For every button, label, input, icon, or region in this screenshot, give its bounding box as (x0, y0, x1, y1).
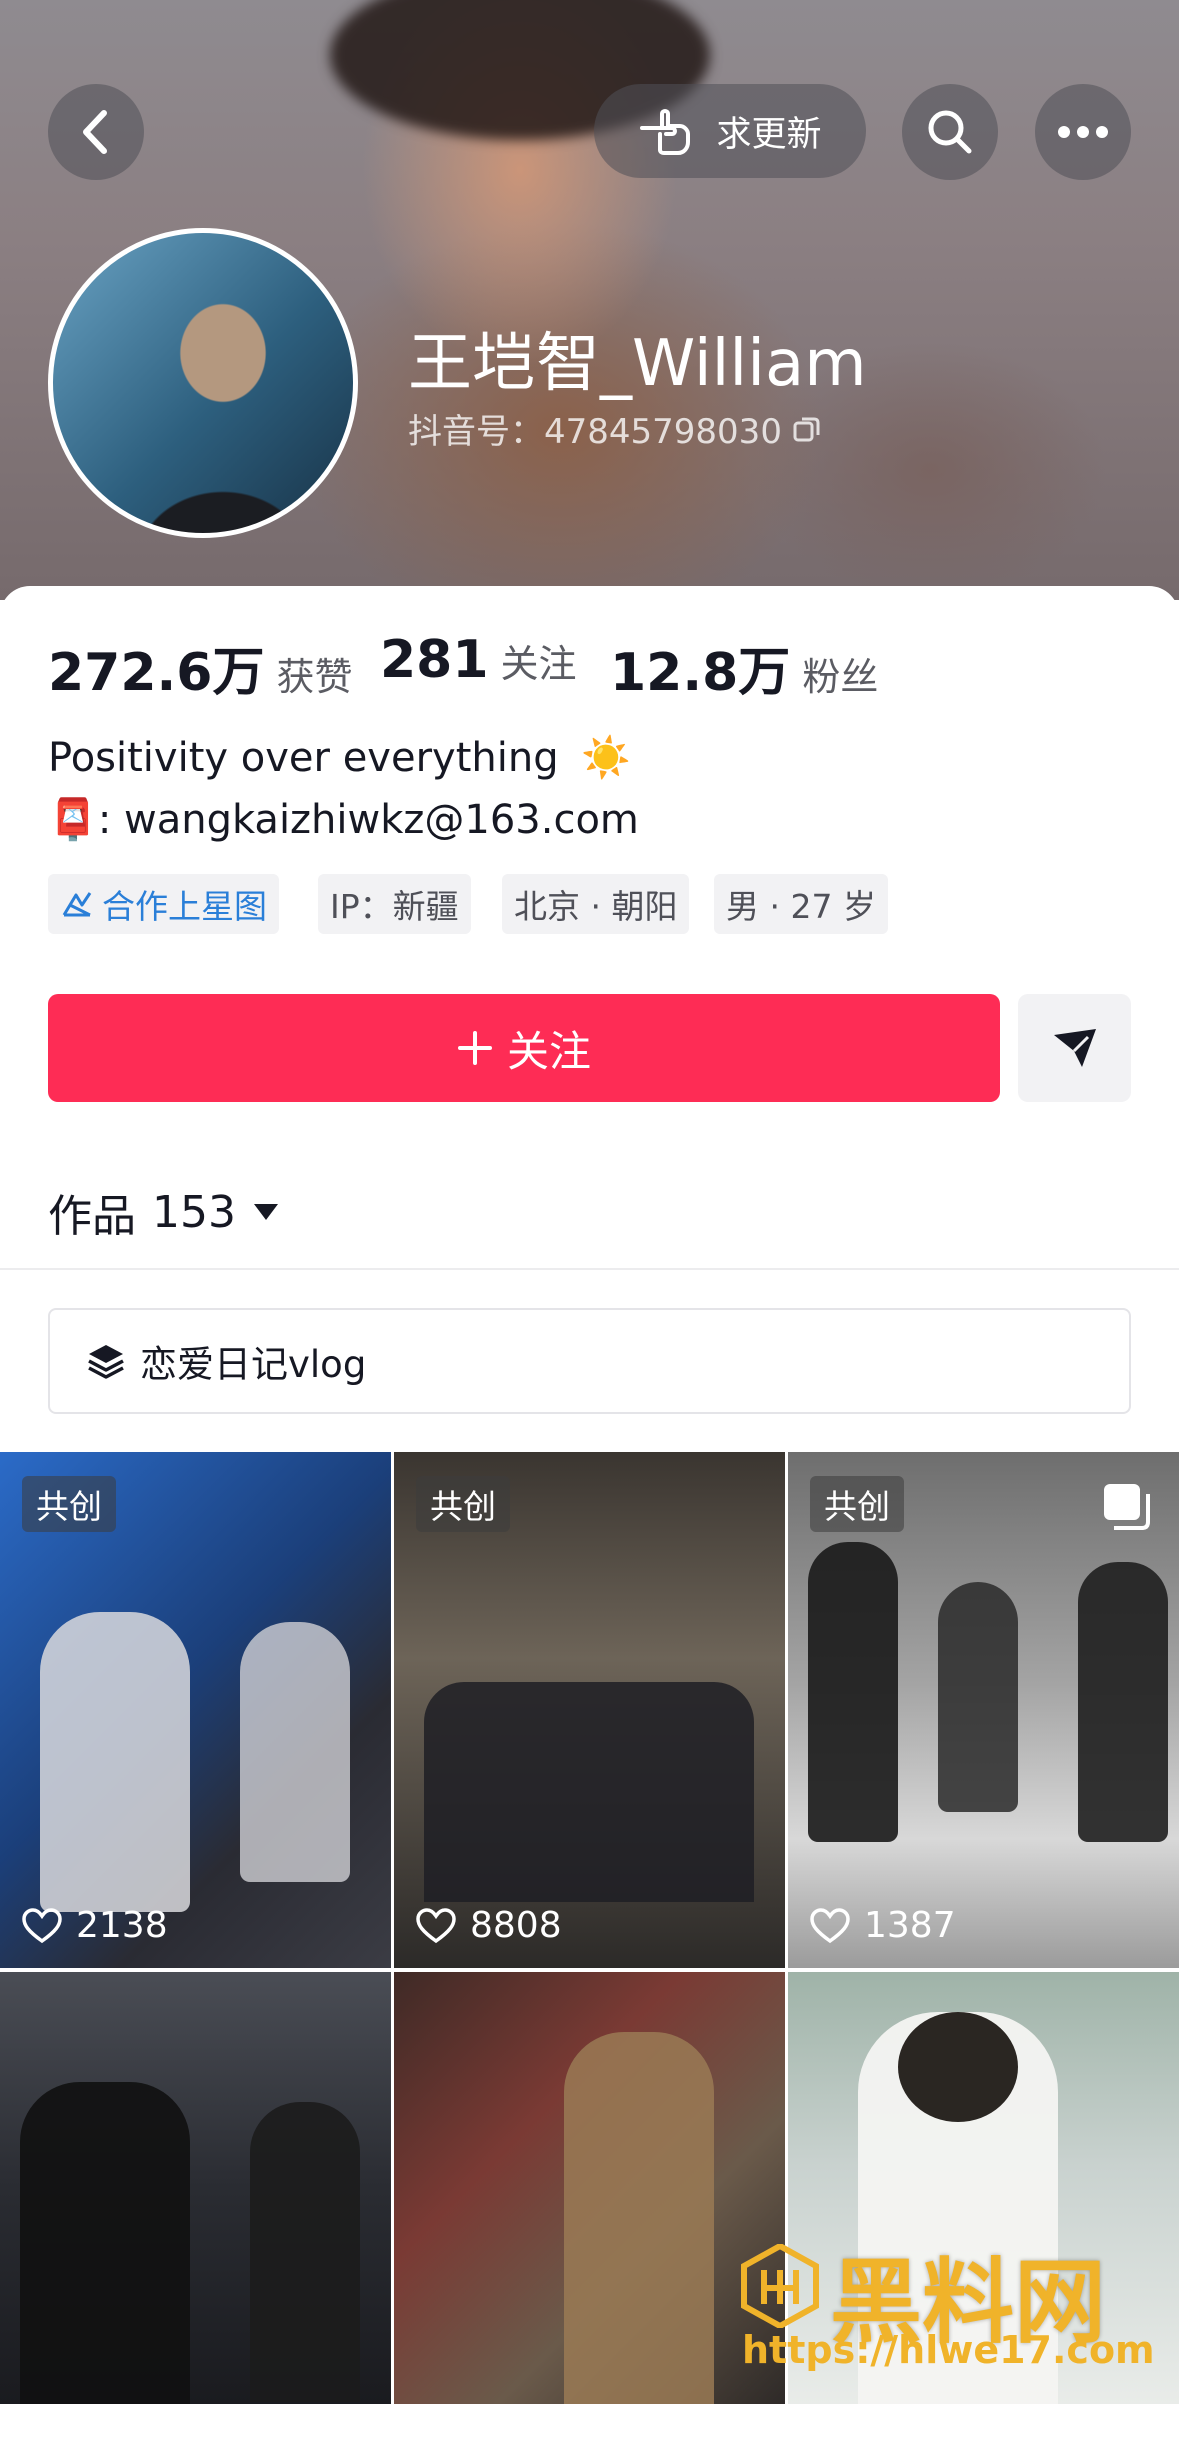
video-thumbnail[interactable] (394, 1972, 785, 2404)
followers-stat[interactable]: 12.8万 粉丝 (610, 630, 878, 705)
collection-playlist-button[interactable]: 恋爱日记vlog (48, 1308, 1131, 1414)
layers-icon (88, 1345, 124, 1379)
video-thumbnail[interactable] (0, 1972, 391, 2404)
avatar[interactable] (48, 228, 358, 538)
co-creation-badge: 共创 (416, 1476, 510, 1532)
thumbnail-figure (938, 1582, 1018, 1812)
star-map-icon (62, 892, 92, 917)
caret-down-icon (253, 1204, 278, 1220)
followers-count: 12.8万 (610, 643, 791, 703)
video-thumbnail[interactable]: 共创 8808 (394, 1452, 785, 1968)
thumbnail-figure (898, 2012, 1018, 2122)
gender-age-tag-label: 男 · 27 岁 (726, 887, 876, 926)
video-likes: 8808 (416, 1905, 562, 1946)
send-icon (1053, 1029, 1096, 1067)
video-thumbnail[interactable]: 共创 1387 (788, 1452, 1179, 1968)
douyin-id-text: 抖音号：47845798030 (408, 412, 782, 452)
request-update-button[interactable]: 求更新 (594, 84, 866, 178)
video-likes: 2138 (22, 1905, 168, 1946)
video-likes-count: 8808 (470, 1905, 562, 1946)
thumbnail-figure (20, 2082, 190, 2404)
likes-label: 获赞 (276, 655, 353, 699)
section-divider (0, 1268, 1179, 1270)
back-button[interactable] (48, 84, 144, 180)
thumbnail-figure (240, 1622, 350, 1882)
request-update-label: 求更新 (716, 114, 822, 155)
sun-emoji: ☀️ (581, 735, 632, 781)
location-tag: 北京 · 朝阳 (502, 874, 690, 934)
video-thumbnail[interactable]: 共创 2138 (0, 1452, 391, 1968)
likes-stat[interactable]: 272.6万 获赞 (48, 630, 353, 705)
copy-icon[interactable] (792, 414, 822, 444)
thumbnail-figure (564, 2032, 714, 2404)
watermark-logo-icon (741, 2244, 819, 2328)
co-creation-badge: 共创 (810, 1476, 904, 1532)
following-label: 关注 (500, 642, 577, 686)
works-label: 作品 (48, 1191, 136, 1242)
search-button[interactable] (902, 84, 998, 180)
likes-count: 272.6万 (48, 643, 265, 703)
thumbnail-figure (250, 2102, 360, 2402)
follow-label: 关注 (506, 1026, 591, 1076)
heart-icon (22, 1907, 62, 1943)
works-tab[interactable]: 作品 153 (48, 1180, 280, 1244)
video-likes-count: 1387 (864, 1905, 956, 1946)
video-likes-count: 2138 (76, 1905, 168, 1946)
thumbnail-figure (1078, 1562, 1168, 1842)
search-icon (928, 110, 972, 154)
bio-text-1: Positivity over everything (48, 735, 559, 781)
pointing-hand-icon (640, 109, 691, 155)
star-map-tag-label: 合作上星图 (102, 887, 267, 926)
follow-button[interactable]: 关注 (48, 994, 1000, 1102)
plus-icon (457, 1031, 492, 1065)
douyin-id: 抖音号：47845798030 (408, 404, 822, 453)
username: 王垲智_William (408, 327, 867, 401)
bio-line-1: Positivity over everything ☀️ (48, 734, 631, 781)
works-count: 153 (152, 1186, 236, 1238)
more-dots-icon (1058, 126, 1108, 138)
ip-tag-label: IP：新疆 (330, 887, 459, 926)
thumbnail-group (424, 1682, 754, 1902)
thumbnail-figure (808, 1542, 898, 1842)
bio-line-2: 📮: wangkaizhiwkz@163.com (48, 796, 639, 843)
chevron-left-icon (83, 110, 107, 154)
thumbnail-figure (40, 1612, 190, 1912)
watermark-url: https://hlwe17.com (742, 2328, 1155, 2372)
bio-email: : wangkaizhiwkz@163.com (97, 797, 639, 843)
location-tag-label: 北京 · 朝阳 (514, 887, 678, 926)
following-stat[interactable]: 281 关注 (380, 630, 577, 690)
star-map-tag[interactable]: 合作上星图 (48, 874, 279, 934)
collection-label: 恋爱日记vlog (140, 1343, 367, 1386)
following-count: 281 (380, 630, 489, 690)
share-button[interactable] (1018, 994, 1131, 1102)
more-options-button[interactable] (1035, 84, 1131, 180)
multi-image-icon (1104, 1484, 1150, 1530)
mailbox-emoji: 📮 (48, 797, 98, 843)
ip-tag: IP：新疆 (318, 874, 471, 934)
followers-label: 粉丝 (802, 655, 879, 699)
heart-icon (416, 1907, 456, 1943)
gender-age-tag: 男 · 27 岁 (714, 874, 888, 934)
heart-icon (810, 1907, 850, 1943)
video-likes: 1387 (810, 1905, 956, 1946)
co-creation-badge: 共创 (22, 1476, 116, 1532)
